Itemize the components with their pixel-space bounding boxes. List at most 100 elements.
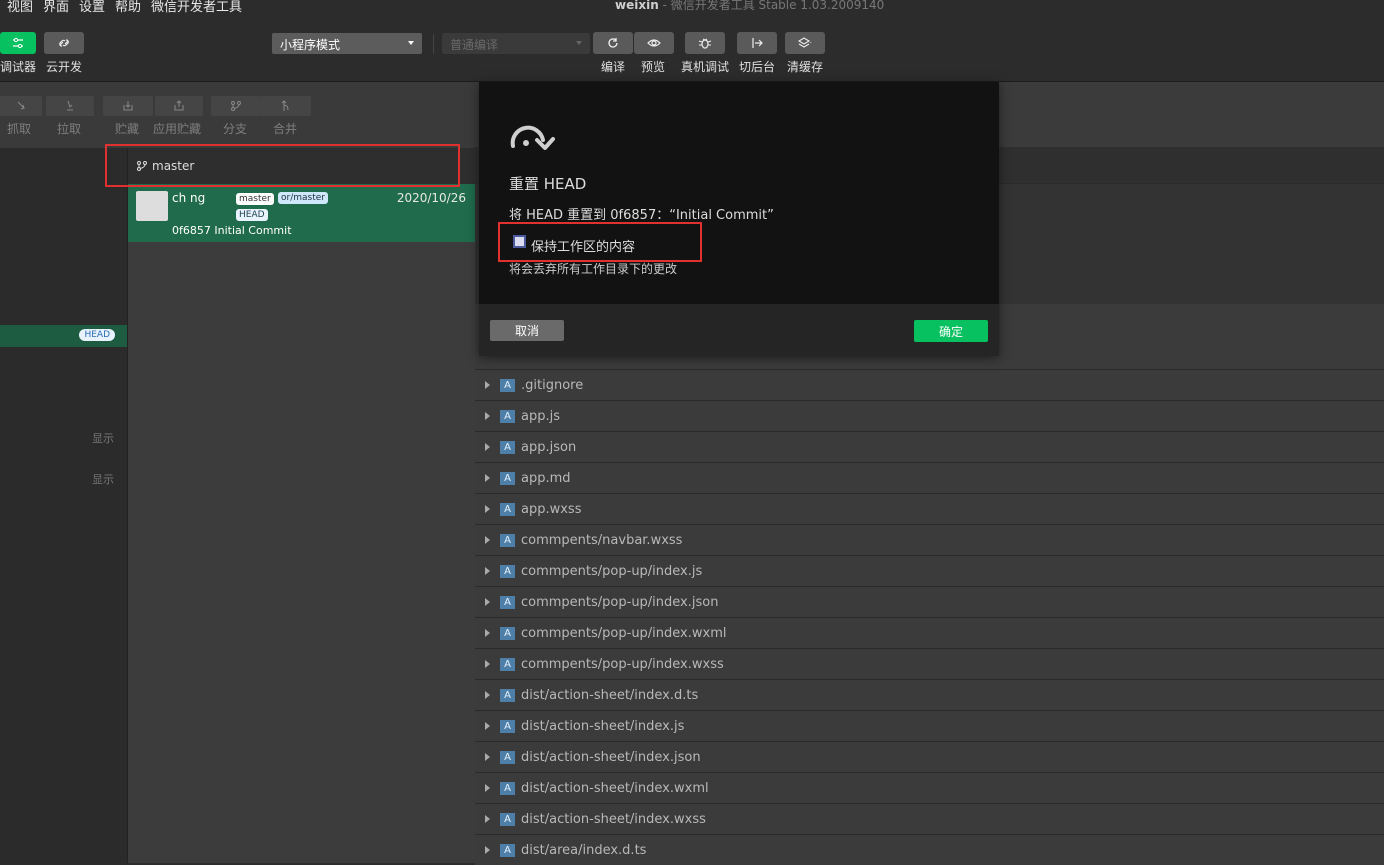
- menu-settings[interactable]: 设置: [79, 0, 105, 15]
- expand-arrow-icon[interactable]: [485, 722, 490, 730]
- file-row[interactable]: Adist/area/index.d.ts: [475, 834, 1384, 865]
- fetch-icon: [17, 101, 25, 110]
- mode-select[interactable]: 小程序模式: [272, 33, 422, 54]
- file-name: .gitignore: [521, 377, 584, 393]
- expand-arrow-icon[interactable]: [485, 536, 490, 544]
- file-row[interactable]: Aapp.md: [475, 462, 1384, 493]
- file-row[interactable]: Adist/action-sheet/index.wxss: [475, 803, 1384, 834]
- window-subtitle: - 微信开发者工具 Stable 1.03.2009140: [658, 0, 885, 12]
- pull-label: 拉取: [57, 122, 82, 136]
- file-row[interactable]: Adist/action-sheet/index.d.ts: [475, 679, 1384, 710]
- reset-head-dialog: 重置 HEAD 将 HEAD 重置到 0f6857：“Initial Commi…: [479, 82, 999, 356]
- compile-select[interactable]: 普通编译: [442, 33, 590, 54]
- expand-arrow-icon[interactable]: [485, 815, 490, 823]
- bug-icon: [698, 38, 712, 49]
- expand-arrow-icon[interactable]: [485, 784, 490, 792]
- file-row[interactable]: A .gitignore: [475, 369, 1384, 400]
- file-status-badge: A: [500, 564, 515, 578]
- debugger-button[interactable]: [0, 32, 36, 54]
- expand-arrow-icon[interactable]: [485, 567, 490, 575]
- expand-arrow-icon[interactable]: [485, 412, 490, 420]
- left-sidebar: [0, 148, 127, 863]
- confirm-button[interactable]: 确定: [914, 320, 988, 342]
- expand-arrow-icon[interactable]: [485, 598, 490, 606]
- menu-interface[interactable]: 界面: [43, 0, 69, 15]
- merge-label: 合并: [273, 122, 298, 136]
- file-name: commpents/navbar.wxss: [521, 532, 683, 548]
- preview-label: 预览: [641, 60, 666, 74]
- compile-button[interactable]: [593, 32, 633, 54]
- cloud-button[interactable]: [44, 32, 84, 54]
- menu-view[interactable]: 视图: [7, 0, 33, 15]
- file-row[interactable]: Acommpents/navbar.wxss: [475, 524, 1384, 555]
- dialog-footer: 取消 确定: [479, 304, 999, 356]
- avatar: [136, 191, 168, 221]
- highlight-branch-box: [105, 144, 460, 187]
- dialog-description: 将 HEAD 重置到 0f6857：“Initial Commit”: [509, 208, 774, 223]
- reset-arrow-icon: [510, 125, 555, 150]
- file-row[interactable]: Aapp.json: [475, 431, 1384, 462]
- file-row[interactable]: Acommpents/pop-up/index.wxml: [475, 617, 1384, 648]
- expand-arrow-icon[interactable]: [485, 753, 490, 761]
- fetch-label: 抓取: [7, 122, 32, 136]
- file-status-badge: A: [500, 440, 515, 454]
- realdevice-label: 真机调试: [681, 60, 730, 74]
- preview-button[interactable]: [634, 32, 674, 54]
- pull-button[interactable]: [46, 96, 94, 116]
- menu-help[interactable]: 帮助: [115, 0, 141, 15]
- file-status-badge: A: [500, 471, 515, 485]
- file-status-badge: A: [500, 595, 515, 609]
- clearcache-button[interactable]: [785, 32, 825, 54]
- stash-button[interactable]: [103, 96, 153, 116]
- branch-button[interactable]: [211, 96, 261, 116]
- expand-arrow-icon[interactable]: [485, 629, 490, 637]
- file-row[interactable]: Acommpents/pop-up/index.js: [475, 555, 1384, 586]
- file-status-badge: A: [500, 626, 515, 640]
- expand-arrow-icon[interactable]: [485, 381, 490, 389]
- file-row[interactable]: Aapp.wxss: [475, 493, 1384, 524]
- expand-arrow-icon[interactable]: [485, 660, 490, 668]
- git-toolbar: 抓取 拉取 贮藏 应用贮藏 分支 合并: [0, 82, 475, 148]
- file-name: dist/action-sheet/index.json: [521, 749, 701, 765]
- layers-icon: [798, 37, 812, 48]
- file-row[interactable]: Adist/action-sheet/index.js: [475, 710, 1384, 741]
- sidebar-item-head[interactable]: HEAD: [0, 325, 127, 347]
- background-button[interactable]: [737, 32, 777, 54]
- clearcache-label: 清缓存: [787, 60, 824, 74]
- branch-label: 分支: [223, 122, 248, 136]
- expand-arrow-icon[interactable]: [485, 846, 490, 854]
- cancel-button[interactable]: 取消: [490, 320, 564, 341]
- merge-button[interactable]: [261, 96, 311, 116]
- file-status-badge: A: [500, 719, 515, 733]
- file-row[interactable]: Adist/action-sheet/index.wxml: [475, 772, 1384, 803]
- dialog-warning: 将会丢弃所有工作目录下的更改: [509, 262, 678, 276]
- compile-select-value: 普通编译: [450, 38, 499, 52]
- branch-icon: [231, 101, 241, 111]
- pull-icon: [67, 100, 73, 111]
- expand-arrow-icon[interactable]: [485, 443, 490, 451]
- realdevice-button[interactable]: [685, 32, 725, 54]
- file-row[interactable]: Adist/action-sheet/index.json: [475, 741, 1384, 772]
- cloud-link-icon: [59, 39, 69, 47]
- menu-devtools[interactable]: 微信开发者工具: [151, 0, 242, 15]
- file-status-badge: A: [500, 688, 515, 702]
- file-status-badge: A: [500, 502, 515, 516]
- apply-stash-icon: [174, 100, 184, 111]
- file-row[interactable]: Acommpents/pop-up/index.wxss: [475, 648, 1384, 679]
- fetch-button[interactable]: [0, 96, 42, 116]
- commit-row[interactable]: ch ng master or/master HEAD 2020/10/26 0…: [128, 184, 476, 242]
- chevron-down-icon: [576, 41, 582, 45]
- expand-arrow-icon[interactable]: [485, 474, 490, 482]
- window-app-name: weixin: [615, 0, 659, 12]
- head-badge: HEAD: [79, 329, 115, 341]
- file-name: dist/action-sheet/index.js: [521, 718, 685, 734]
- file-row[interactable]: Aapp.js: [475, 400, 1384, 431]
- expand-arrow-icon[interactable]: [485, 505, 490, 513]
- file-row[interactable]: Acommpents/pop-up/index.json: [475, 586, 1384, 617]
- file-name: commpents/pop-up/index.wxml: [521, 625, 727, 641]
- file-name: app.json: [521, 439, 577, 455]
- tag-head: HEAD: [236, 209, 268, 221]
- apply-stash-button[interactable]: [155, 96, 203, 116]
- compile-label: 编译: [601, 60, 626, 74]
- expand-arrow-icon[interactable]: [485, 691, 490, 699]
